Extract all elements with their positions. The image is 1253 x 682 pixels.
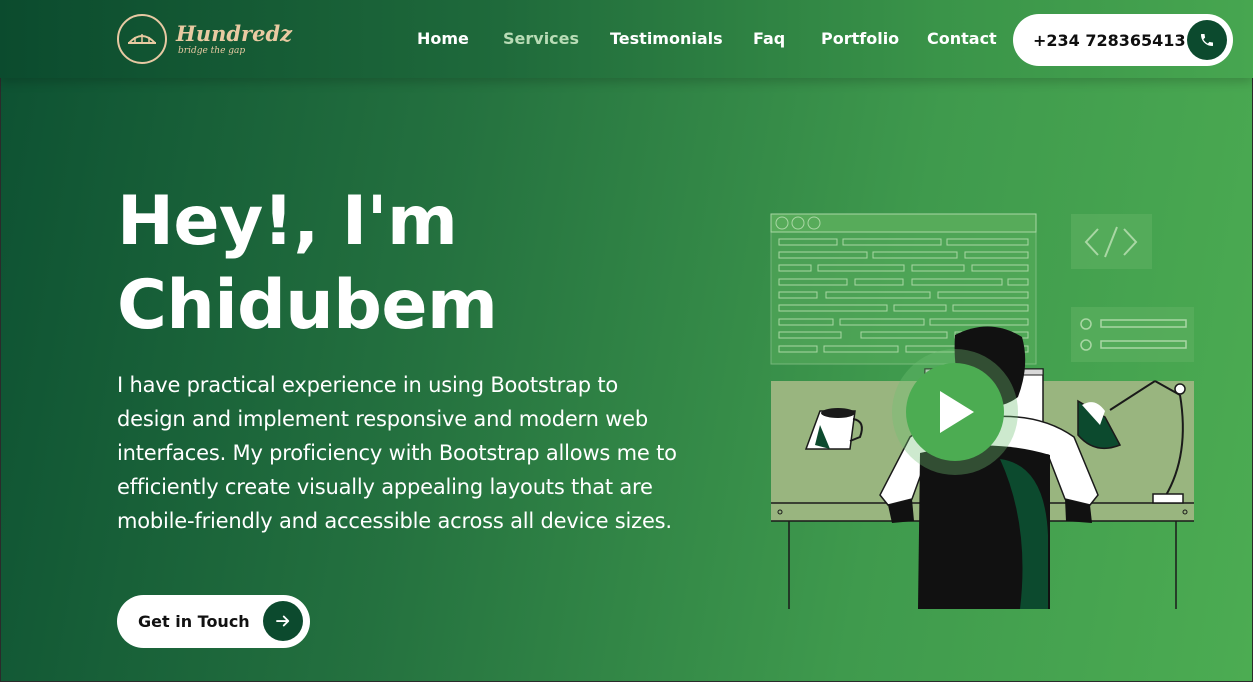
hero-title: Hey!, I'm Chidubem xyxy=(117,180,677,348)
nav-portfolio[interactable]: Portfolio xyxy=(821,29,899,48)
bridge-icon xyxy=(117,14,167,64)
arrow-right-icon xyxy=(263,601,303,641)
nav-home[interactable]: Home xyxy=(417,29,469,48)
get-in-touch-button[interactable]: Get in Touch xyxy=(117,595,310,648)
phone-number: +234 728365413 xyxy=(1033,30,1186,50)
developer-illustration xyxy=(770,213,1194,609)
brand-logo[interactable]: Hundredz bridge the gap xyxy=(117,14,292,64)
nav-contact[interactable]: Contact xyxy=(927,29,997,48)
nav-services[interactable]: Services xyxy=(503,29,579,48)
hero-description: I have practical experience in using Boo… xyxy=(117,373,677,533)
list-card xyxy=(1071,307,1194,362)
code-brackets-icon xyxy=(1071,214,1152,269)
phone-contact-button[interactable]: +234 728365413 xyxy=(1013,14,1233,66)
play-icon[interactable] xyxy=(892,349,1018,475)
nav-testimonials[interactable]: Testimonials xyxy=(610,29,723,48)
phone-icon xyxy=(1187,20,1227,60)
brand-name: Hundredz xyxy=(176,20,293,46)
cta-label: Get in Touch xyxy=(138,612,250,631)
hero-title-line2: Chidubem xyxy=(117,266,498,345)
brand-tagline: bridge the gap xyxy=(178,45,246,56)
site-header: Hundredz bridge the gap Home Services Te… xyxy=(0,0,1253,78)
nav-faq[interactable]: Faq xyxy=(753,29,785,48)
hero-title-line1: Hey!, I'm xyxy=(117,182,458,261)
